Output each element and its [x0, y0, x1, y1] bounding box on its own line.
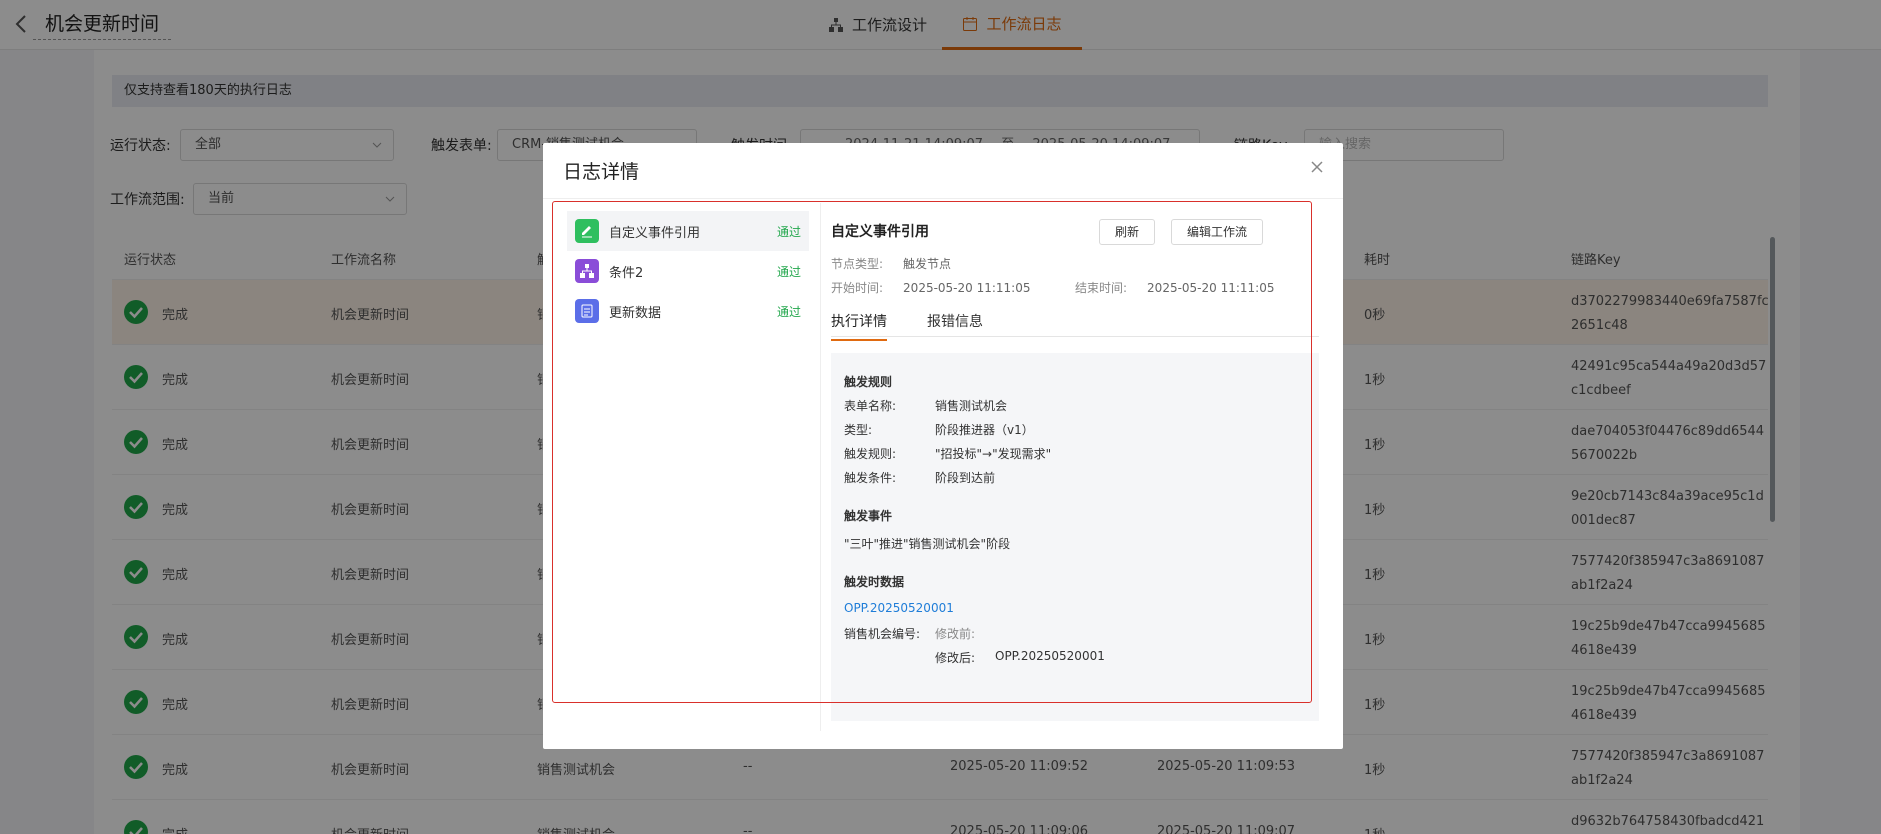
branch-icon [575, 259, 599, 283]
start-time-label: 开始时间: [831, 281, 884, 295]
node-status: 通过 [776, 265, 801, 279]
execution-detail-panel: 触发规则 表单名称: 销售测试机会 类型: 阶段推进器（v1） 触发规则: "招… [831, 353, 1319, 721]
edit-icon [575, 219, 599, 243]
detail-title: 自定义事件引用 [831, 224, 929, 240]
node-list: 自定义事件引用 通过 条件2 通过 更新数据 通过 [567, 211, 809, 731]
rule-label: 类型: [844, 423, 873, 437]
rule-label: 表单名称: [844, 399, 897, 413]
node-type-row: 节点类型: 触发节点 [831, 255, 951, 272]
event-section-title: 触发事件 [844, 509, 893, 523]
node-type-label: 节点类型: [831, 257, 884, 271]
detail-tabs: 执行详情 报错信息 [831, 303, 1319, 341]
modal-divider [543, 198, 1343, 199]
edit-workflow-button[interactable]: 编辑工作流 [1171, 219, 1263, 245]
start-time-row: 开始时间: 2025-05-20 11:11:05 [831, 279, 1031, 296]
rule-label: 触发条件: [844, 471, 897, 485]
pane-divider [820, 203, 821, 731]
rule-section-title: 触发规则 [844, 375, 893, 389]
field-label: 销售机会编号: [844, 627, 921, 641]
log-detail-modal: 日志详情 自定义事件引用 通过 条件2 通过 更新数据 通过 自定义事件引用 刷… [543, 143, 1343, 749]
end-time-row: 结束时间: 2025-05-20 11:11:05 [1075, 279, 1275, 296]
data-section-title: 触发时数据 [844, 575, 905, 589]
before-label: 修改前: [935, 627, 976, 641]
node-status: 通过 [776, 225, 801, 239]
rule-value: 销售测试机会 [935, 399, 1008, 413]
record-link[interactable]: OPP.20250520001 [844, 601, 954, 615]
node-item-custom-event[interactable]: 自定义事件引用 通过 [567, 211, 809, 251]
update-data-icon [575, 299, 599, 323]
event-text: "三叶"推进"销售测试机会"阶段 [844, 537, 1011, 551]
refresh-button[interactable]: 刷新 [1099, 219, 1155, 245]
start-time-value: 2025-05-20 11:11:05 [903, 281, 1031, 295]
tab-execution-detail[interactable]: 执行详情 [831, 311, 887, 341]
node-label: 条件2 [609, 265, 644, 281]
rule-value: 阶段到达前 [935, 471, 996, 485]
tab-error-info[interactable]: 报错信息 [927, 311, 983, 339]
modal-title: 日志详情 [563, 161, 640, 183]
close-icon[interactable] [1309, 159, 1325, 175]
node-label: 自定义事件引用 [609, 225, 701, 241]
node-item-update-data[interactable]: 更新数据 通过 [567, 291, 809, 331]
rule-label: 触发规则: [844, 447, 897, 461]
end-time-value: 2025-05-20 11:11:05 [1147, 281, 1275, 295]
after-label: 修改后: [935, 651, 976, 665]
after-value: OPP.20250520001 [995, 649, 1105, 663]
node-detail: 自定义事件引用 刷新 编辑工作流 节点类型: 触发节点 开始时间: 2025-05-… [831, 203, 1319, 743]
node-status: 通过 [776, 305, 801, 319]
end-time-label: 结束时间: [1075, 281, 1128, 295]
node-type-value: 触发节点 [903, 257, 952, 271]
rule-value: "招投标"→"发现需求" [935, 447, 1052, 461]
node-item-condition-2[interactable]: 条件2 通过 [567, 251, 809, 291]
node-label: 更新数据 [609, 305, 662, 321]
rule-value: 阶段推进器（v1） [935, 423, 1034, 437]
